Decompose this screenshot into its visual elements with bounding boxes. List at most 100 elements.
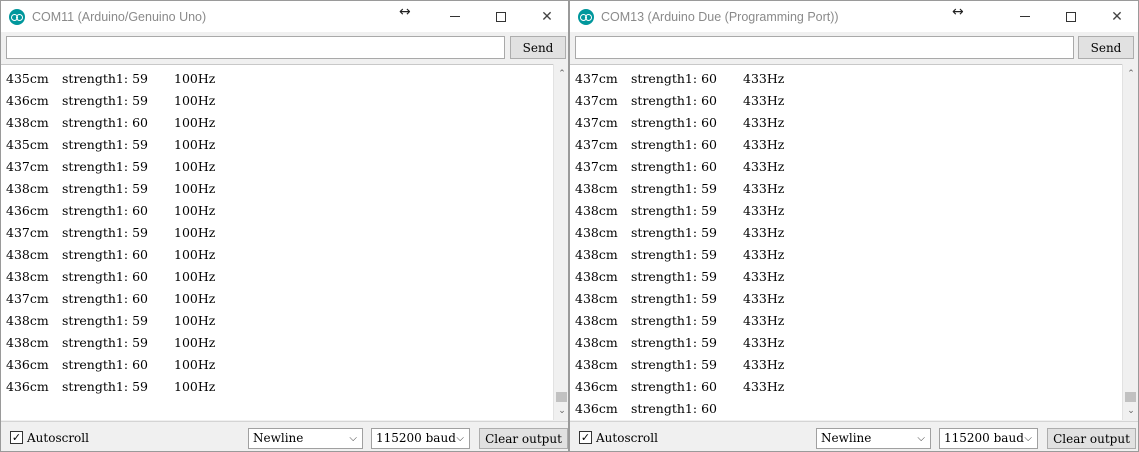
distance-value: 438cm (6, 181, 49, 196)
strength-value: strength1: 60 (631, 379, 717, 394)
strength-value: strength1: 60 (62, 269, 148, 284)
frequency-value: 100Hz (174, 181, 216, 196)
send-input[interactable] (575, 36, 1074, 59)
strength-value: strength1: 59 (62, 335, 148, 350)
arduino-logo-icon (578, 8, 594, 25)
strength-value: strength1: 59 (631, 335, 717, 350)
distance-value: 436cm (575, 379, 618, 394)
scroll-up-icon[interactable]: ⌃ (554, 66, 568, 82)
strength-value: strength1: 60 (62, 357, 148, 372)
maximize-icon (1066, 11, 1076, 22)
strength-value: strength1: 59 (62, 379, 148, 394)
strength-value: strength1: 60 (62, 247, 148, 262)
distance-value: 437cm (6, 225, 49, 240)
send-input[interactable] (6, 36, 505, 59)
scroll-thumb[interactable] (1125, 392, 1136, 402)
strength-value: strength1: 59 (62, 313, 148, 328)
baud-rate-select[interactable]: 115200 baud ⌵ (939, 428, 1038, 449)
resize-arrows-icon[interactable]: ↔ (952, 4, 964, 20)
serial-output[interactable]: 437cm strength1: 60 433Hz 437cm strength1: 6… (570, 64, 1122, 420)
frequency-value: 433Hz (743, 379, 785, 394)
distance-value: 438cm (575, 247, 618, 262)
maximize-button[interactable] (478, 1, 524, 32)
autoscroll-checkbox[interactable]: ✓ (579, 431, 592, 444)
distance-value: 436cm (6, 379, 49, 394)
scroll-down-icon[interactable]: ⌄ (1123, 403, 1138, 419)
close-icon: ✕ (541, 8, 553, 25)
strength-value: strength1: 59 (631, 247, 717, 262)
strength-value: strength1: 59 (631, 269, 717, 284)
strength-value: strength1: 59 (631, 357, 717, 372)
strength-value: strength1: 59 (62, 93, 148, 108)
frequency-value: 100Hz (174, 379, 216, 394)
serial-monitor-window-com13: COM13 (Arduino Due (Programming Port)) ↔… (569, 0, 1139, 452)
frequency-value: 100Hz (174, 225, 216, 240)
frequency-value: 433Hz (743, 247, 785, 262)
status-bar: ✓ Autoscroll Newline ⌵ 115200 baud ⌵ Cle… (1, 421, 568, 451)
distance-value: 437cm (575, 137, 618, 152)
frequency-value: 433Hz (743, 71, 785, 86)
frequency-value: 433Hz (743, 203, 785, 218)
frequency-value: 100Hz (174, 137, 216, 152)
frequency-value: 433Hz (743, 313, 785, 328)
frequency-value: 433Hz (743, 269, 785, 284)
chevron-down-icon: ⌵ (917, 433, 925, 444)
status-bar: ✓ Autoscroll Newline ⌵ 115200 baud ⌵ Cle… (570, 421, 1138, 451)
distance-value: 437cm (575, 159, 618, 174)
maximize-button[interactable] (1048, 1, 1094, 32)
strength-value: strength1: 59 (631, 313, 717, 328)
line-ending-value: Newline (253, 431, 304, 445)
baud-rate-select[interactable]: 115200 baud ⌵ (371, 428, 470, 449)
frequency-value: 433Hz (743, 225, 785, 240)
send-row: Send (1, 32, 568, 63)
distance-value: 438cm (575, 335, 618, 350)
frequency-value: 433Hz (743, 357, 785, 372)
frequency-value: 100Hz (174, 291, 216, 306)
distance-value: 438cm (6, 313, 49, 328)
clear-output-button[interactable]: Clear output (1047, 428, 1136, 449)
send-button[interactable]: Send (510, 36, 566, 59)
distance-value: 438cm (575, 357, 618, 372)
frequency-value: 100Hz (174, 93, 216, 108)
strength-value: strength1: 59 (631, 181, 717, 196)
distance-value: 436cm (6, 93, 49, 108)
minimize-button[interactable] (432, 1, 478, 32)
distance-value: 438cm (575, 269, 618, 284)
line-ending-select[interactable]: Newline ⌵ (816, 428, 931, 449)
autoscroll-checkbox[interactable]: ✓ (10, 431, 23, 444)
frequency-value: 433Hz (743, 115, 785, 130)
scroll-thumb[interactable] (556, 392, 567, 402)
distance-value: 436cm (6, 203, 49, 218)
minimize-button[interactable] (1002, 1, 1048, 32)
scroll-up-icon[interactable]: ⌃ (1123, 66, 1138, 82)
frequency-value: 100Hz (174, 203, 216, 218)
title-bar[interactable]: COM11 (Arduino/Genuino Uno) ↔ ✕ (1, 1, 568, 32)
strength-value: strength1: 60 (62, 291, 148, 306)
frequency-value: 433Hz (743, 335, 785, 350)
clear-output-button[interactable]: Clear output (479, 428, 568, 449)
frequency-value: 100Hz (174, 159, 216, 174)
frequency-value: 100Hz (174, 247, 216, 262)
line-ending-select[interactable]: Newline ⌵ (248, 428, 363, 449)
strength-value: strength1: 59 (631, 291, 717, 306)
resize-arrows-icon[interactable]: ↔ (399, 4, 411, 20)
minimize-icon (1020, 16, 1030, 17)
distance-value: 438cm (575, 313, 618, 328)
vertical-scrollbar[interactable]: ⌃ ⌄ (1122, 64, 1138, 420)
send-button[interactable]: Send (1078, 36, 1134, 59)
strength-value: strength1: 60 (62, 115, 148, 130)
close-button[interactable]: ✕ (1094, 1, 1138, 32)
strength-value: strength1: 60 (631, 401, 717, 416)
distance-value: 436cm (575, 401, 618, 416)
distance-value: 437cm (6, 159, 49, 174)
minimize-icon (450, 16, 460, 17)
title-bar[interactable]: COM13 (Arduino Due (Programming Port)) ↔… (570, 1, 1138, 32)
frequency-value: 433Hz (743, 291, 785, 306)
strength-value: strength1: 60 (631, 137, 717, 152)
strength-value: strength1: 60 (62, 203, 148, 218)
vertical-scrollbar[interactable]: ⌃ ⌄ (553, 64, 568, 420)
serial-output[interactable]: 435cm strength1: 59 100Hz 436cm strength1: 5… (1, 64, 553, 420)
scroll-down-icon[interactable]: ⌄ (554, 403, 568, 419)
window-title: COM13 (Arduino Due (Programming Port)) (601, 9, 839, 24)
close-button[interactable]: ✕ (524, 1, 568, 32)
